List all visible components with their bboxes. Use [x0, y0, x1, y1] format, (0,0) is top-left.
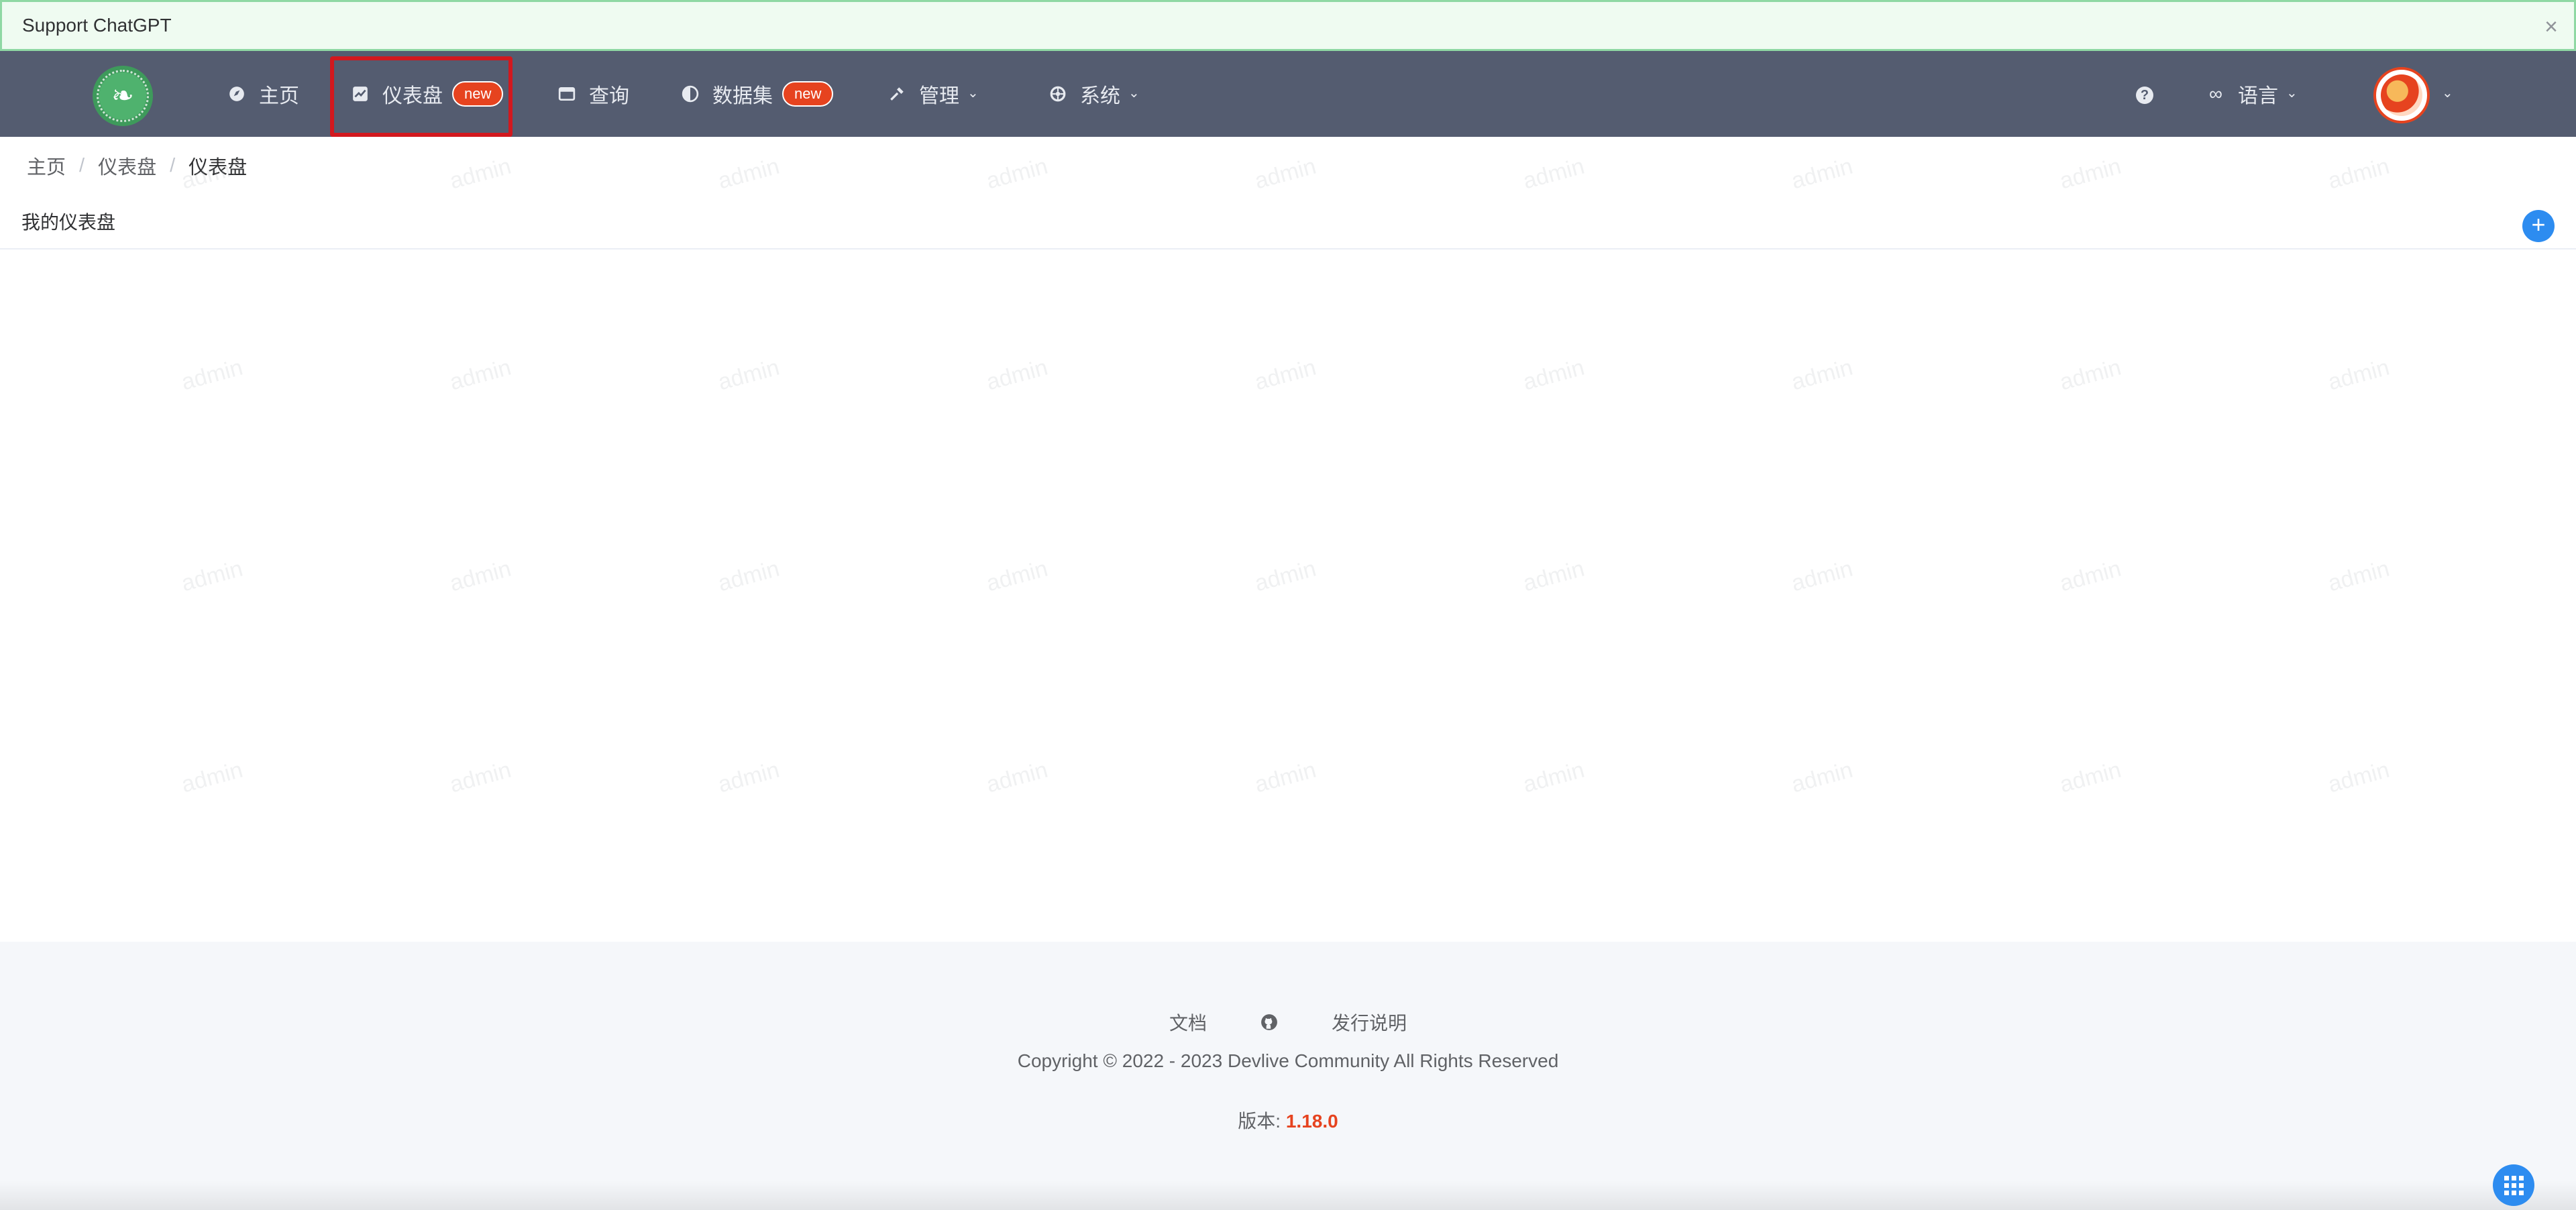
watermark: admin	[1520, 153, 1587, 195]
banner-text: Support ChatGPT	[22, 15, 172, 36]
watermark: admin	[178, 757, 246, 798]
new-badge: new	[452, 81, 504, 107]
divider	[0, 248, 2576, 250]
dashboard-icon	[352, 85, 369, 103]
chevron-down-icon: ⌄	[2286, 85, 2298, 101]
watermark: admin	[983, 757, 1051, 798]
watermark: admin	[447, 354, 514, 396]
github-icon[interactable]	[1260, 1013, 1278, 1031]
breadcrumb: 主页 / 仪表盘 / 仪表盘	[27, 152, 247, 180]
nav-item-label: 管理	[919, 85, 959, 107]
watermark: admin	[2325, 153, 2392, 195]
watermark: admin	[983, 354, 1051, 396]
announcement-banner: Support ChatGPT ×	[0, 0, 2576, 51]
watermark: admin	[1252, 757, 1319, 798]
copyright-text: Copyright © 2022 - 2023 Devlive Communit…	[1017, 1050, 1559, 1071]
breadcrumb-separator: /	[170, 154, 176, 176]
nav-item-label: 查询	[589, 85, 629, 107]
watermark: admin	[2057, 555, 2124, 597]
logo[interactable]: ❧	[93, 66, 153, 126]
language-icon: ∞	[2209, 83, 2222, 104]
watermark: admin	[1252, 555, 1319, 597]
watermark: admin	[178, 354, 246, 396]
watermark: admin	[1520, 354, 1587, 396]
nav-item-dashboard[interactable]: 仪表盘 new	[352, 51, 504, 137]
watermark: admin	[983, 555, 1051, 597]
nav-item-query[interactable]: 查询	[558, 51, 629, 137]
watermark: admin	[447, 153, 514, 195]
chevron-down-icon[interactable]: ⌄	[2442, 85, 2453, 101]
query-icon	[558, 85, 576, 103]
breadcrumb-separator: /	[79, 154, 85, 176]
home-icon	[228, 85, 246, 103]
watermark: admin	[1788, 757, 1856, 798]
nav-item-system[interactable]: 系统 ⌄	[1049, 51, 1140, 137]
watermark: admin	[447, 757, 514, 798]
watermark: admin	[1788, 153, 1856, 195]
watermark: admin	[715, 354, 782, 396]
footer: 文档 发行说明 Copyright © 2022 - 2023 Devlive …	[0, 942, 2576, 1210]
nav-item-label: 系统	[1080, 85, 1120, 107]
watermark: admin	[1520, 757, 1587, 798]
nav-item-manage[interactable]: 管理 ⌄	[888, 51, 979, 137]
version-number: 1.18.0	[1285, 1111, 1338, 1132]
watermark: admin	[2325, 555, 2392, 597]
add-dashboard-button[interactable]: +	[2522, 210, 2555, 242]
nav-item-label: 主页	[259, 85, 299, 107]
watermark: admin	[2325, 354, 2392, 396]
nav-item-label: 仪表盘	[382, 85, 443, 107]
close-icon[interactable]: ×	[2544, 15, 2558, 38]
settings-icon	[1049, 85, 1067, 103]
breadcrumb-dashboard[interactable]: 仪表盘	[98, 152, 156, 180]
chevron-down-icon: ⌄	[967, 85, 979, 101]
logo-ring	[97, 70, 149, 122]
breadcrumb-current: 仪表盘	[189, 157, 248, 178]
watermark: admin	[2325, 757, 2392, 798]
watermark: admin	[178, 555, 246, 597]
chevron-down-icon: ⌄	[1128, 85, 1140, 101]
watermark: admin	[1252, 354, 1319, 396]
watermark: admin	[447, 555, 514, 597]
watermark: admin	[2057, 757, 2124, 798]
grid-icon	[2504, 1175, 2524, 1195]
version-label: 版本:	[1238, 1111, 1286, 1132]
watermark: admin	[983, 153, 1051, 195]
watermark: admin	[715, 153, 782, 195]
page-title: 我的仪表盘	[21, 212, 116, 233]
release-notes-link[interactable]: 发行说明	[1332, 1009, 1407, 1036]
watermark: admin	[2057, 354, 2124, 396]
language-label: 语言	[2238, 85, 2278, 107]
language-menu[interactable]: ∞ 语言 ⌄	[2207, 51, 2298, 137]
watermark: admin	[1788, 555, 1856, 597]
watermark: admin	[1788, 354, 1856, 396]
docs-link[interactable]: 文档	[1169, 1009, 1207, 1036]
avatar[interactable]	[2373, 67, 2430, 123]
footer-links: 文档 发行说明	[0, 1009, 2576, 1036]
help-icon[interactable]: ?	[2136, 87, 2153, 104]
avatar-image	[2381, 74, 2422, 116]
breadcrumb-home[interactable]: 主页	[27, 152, 66, 180]
watermark: admin	[715, 757, 782, 798]
plus-icon: +	[2531, 211, 2546, 238]
nav-item-home[interactable]: 主页	[228, 51, 299, 137]
watermark: admin	[1252, 153, 1319, 195]
wrench-icon	[888, 85, 906, 103]
apps-grid-button[interactable]	[2493, 1164, 2534, 1206]
nav-item-label: 数据集	[712, 85, 773, 107]
version-text: 版本: 1.18.0	[0, 1107, 2576, 1134]
dataset-icon	[682, 85, 699, 103]
new-badge: new	[782, 81, 834, 107]
watermark: admin	[715, 555, 782, 597]
watermark: admin	[2057, 153, 2124, 195]
watermark: admin	[1520, 555, 1587, 597]
top-navbar: ❧ 主页 仪表盘 new 查询 数据集 new 管理 ⌄ 系统 ⌄ ∞ 语言 ⌄	[0, 51, 2576, 137]
nav-item-dataset[interactable]: 数据集 new	[682, 51, 834, 137]
